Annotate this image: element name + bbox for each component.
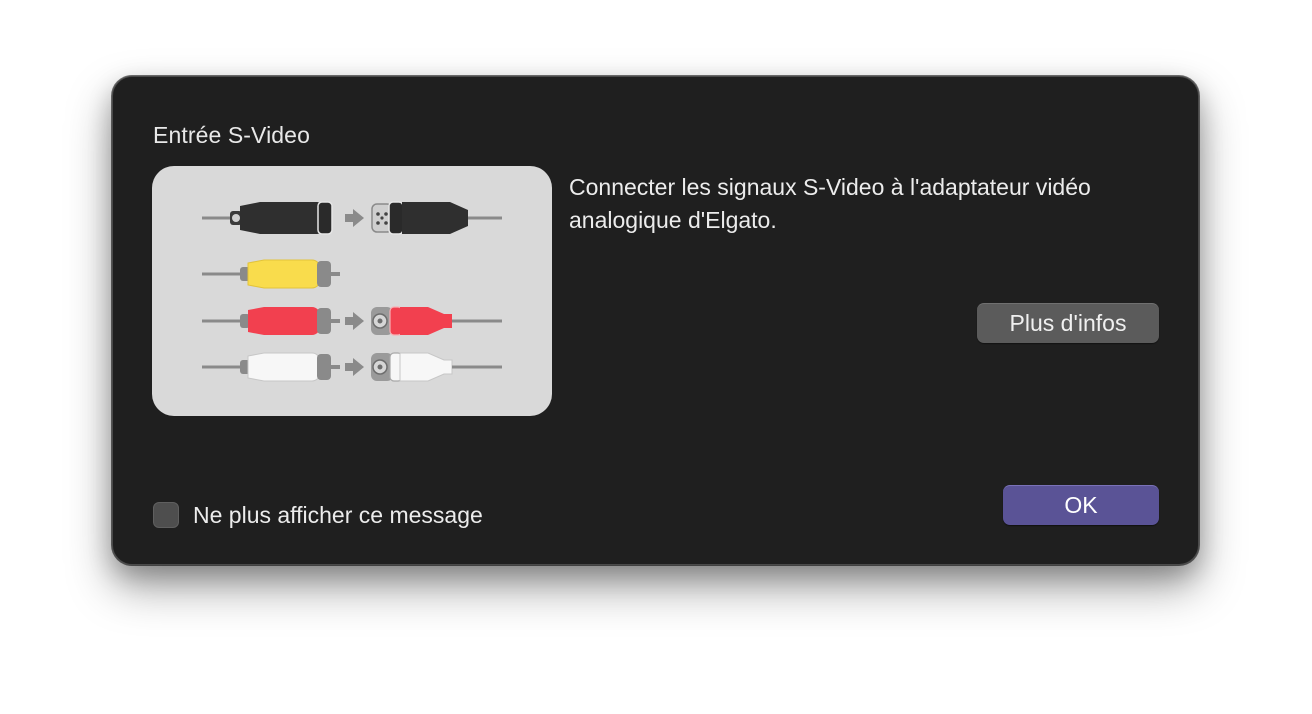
s-video-jack-icon — [371, 201, 502, 235]
dialog-title: Entrée S-Video — [153, 122, 310, 148]
arrow-icon — [345, 358, 364, 376]
arrow-icon — [345, 312, 364, 330]
rca-jack-red-icon — [371, 306, 502, 336]
dont-show-again-checkbox[interactable] — [153, 502, 179, 528]
composite-cable-icon — [202, 259, 340, 289]
rca-jack-white-icon — [371, 352, 502, 382]
dialog-message: Connecter les signaux S-Video à l'adapta… — [569, 174, 1091, 233]
ok-button[interactable]: OK — [1003, 485, 1159, 525]
cable-connection-illustration — [152, 166, 552, 416]
more-info-button[interactable]: Plus d'infos — [977, 303, 1159, 343]
dont-show-again-label: Ne plus afficher ce message — [193, 501, 483, 528]
audio-left-cable-icon — [202, 307, 340, 335]
cables-icon — [202, 201, 502, 382]
s-video-dialog: Entrée S-Video Connecter les signaux S-V… — [112, 76, 1199, 565]
arrow-icon — [345, 209, 364, 227]
screen: Entrée S-Video Connecter les signaux S-V… — [0, 0, 1312, 714]
dont-show-again-option[interactable]: Ne plus afficher ce message — [153, 499, 483, 531]
audio-right-cable-icon — [202, 352, 340, 382]
s-video-cable-icon — [202, 201, 333, 235]
